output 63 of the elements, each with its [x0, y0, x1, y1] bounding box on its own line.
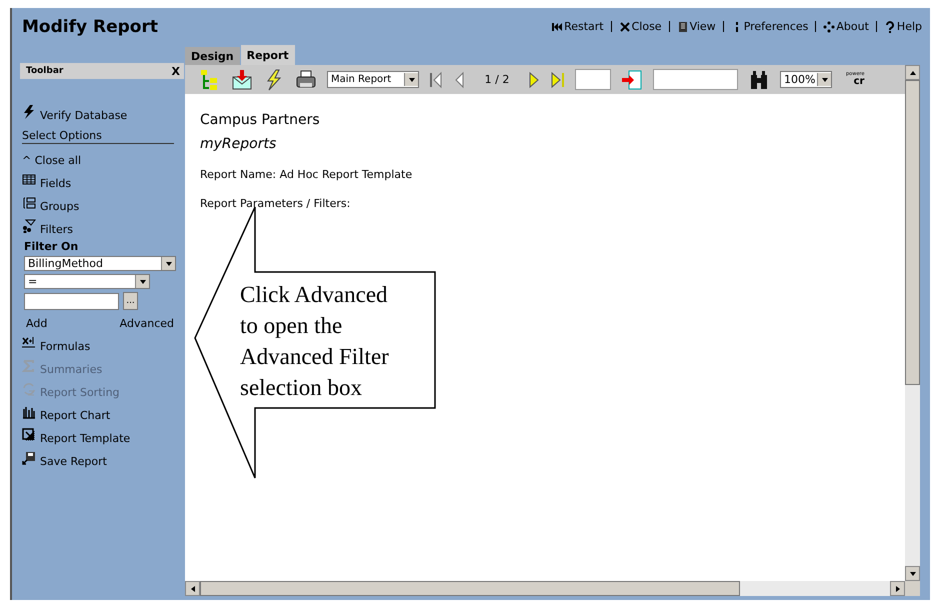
panel-title: Toolbar — [26, 66, 64, 76]
view-icon — [676, 20, 689, 32]
about-icon — [823, 20, 836, 32]
add-link[interactable]: Add — [26, 317, 48, 330]
field-dropdown[interactable]: BillingMethod — [24, 256, 176, 271]
close-icon — [618, 20, 631, 32]
first-page-icon[interactable] — [429, 70, 443, 88]
report-line: Report Name: Ad Hoc Report Template — [200, 168, 414, 181]
filter-value-field[interactable] — [24, 292, 119, 310]
tab[interactable]: Design — [185, 47, 240, 65]
report-heading: Campus Partners — [200, 112, 321, 128]
browse-button[interactable]: ... — [123, 292, 138, 310]
close-all-link[interactable]: ^ Close all — [22, 144, 185, 167]
save-icon — [22, 451, 36, 465]
sorting-icon — [22, 382, 36, 396]
report-line: Report Parameters / Filters: — [200, 197, 352, 210]
help-icon — [884, 20, 896, 32]
report-dropdown[interactable]: Main Report — [327, 71, 419, 88]
print-icon[interactable] — [295, 68, 317, 90]
restart-icon — [551, 20, 564, 32]
operator-dropdown[interactable]: = — [24, 274, 150, 289]
sidebar-item[interactable]: Save Report — [22, 445, 185, 468]
panel-close-button[interactable]: X — [172, 64, 180, 78]
brand-logo-text: cr — [854, 77, 864, 87]
export-icon[interactable] — [231, 68, 253, 90]
header-link[interactable]: Help — [884, 20, 922, 33]
search-field[interactable] — [653, 69, 738, 90]
sidebar-item[interactable]: Verify Database — [22, 99, 185, 122]
header-link[interactable]: Close — [618, 20, 662, 33]
section-heading: Select Options — [22, 124, 174, 144]
summaries-icon — [22, 359, 36, 373]
sidebar-item[interactable]: Groups — [22, 190, 185, 213]
callout-text: Click Advanced to open the Advanced Filter selection box — [240, 281, 389, 402]
tab[interactable]: Report — [240, 45, 295, 65]
template-icon — [22, 428, 36, 442]
header-link[interactable]: Restart — [551, 20, 604, 33]
filter-on-label: Filter On — [24, 240, 80, 253]
sidebar-item[interactable]: Fields — [22, 167, 185, 190]
groups-icon — [22, 196, 36, 210]
sidebar-item[interactable]: Filters — [22, 213, 185, 236]
header-link[interactable]: Preferences — [730, 20, 808, 33]
report-subtitle: myReports — [200, 136, 278, 152]
chart-icon — [22, 405, 36, 419]
zoom-dropdown[interactable]: 100% — [780, 71, 832, 88]
header-link[interactable]: View — [676, 20, 716, 33]
advanced-link[interactable]: Advanced — [120, 317, 174, 330]
binoculars-icon[interactable] — [748, 68, 770, 90]
header-link[interactable]: About — [823, 20, 869, 33]
sidebar-item[interactable]: Report Chart — [22, 399, 185, 422]
horizontal-scrollbar[interactable] — [185, 581, 920, 596]
filters-icon — [22, 219, 36, 233]
sidebar-item[interactable]: Formulas — [22, 330, 185, 353]
last-page-icon[interactable] — [551, 70, 565, 88]
sidebar-item[interactable]: Report Template — [22, 422, 185, 445]
next-page-icon[interactable] — [527, 70, 541, 88]
window-title: Modify Report — [22, 16, 158, 36]
formulas-icon — [22, 336, 36, 350]
go-to-page-icon[interactable] — [621, 68, 643, 90]
page-indicator: 1 / 2 — [484, 73, 510, 86]
vertical-scrollbar[interactable] — [905, 65, 920, 581]
page-number-field[interactable] — [575, 69, 611, 90]
verify-icon — [22, 105, 36, 119]
fields-icon — [22, 173, 36, 187]
